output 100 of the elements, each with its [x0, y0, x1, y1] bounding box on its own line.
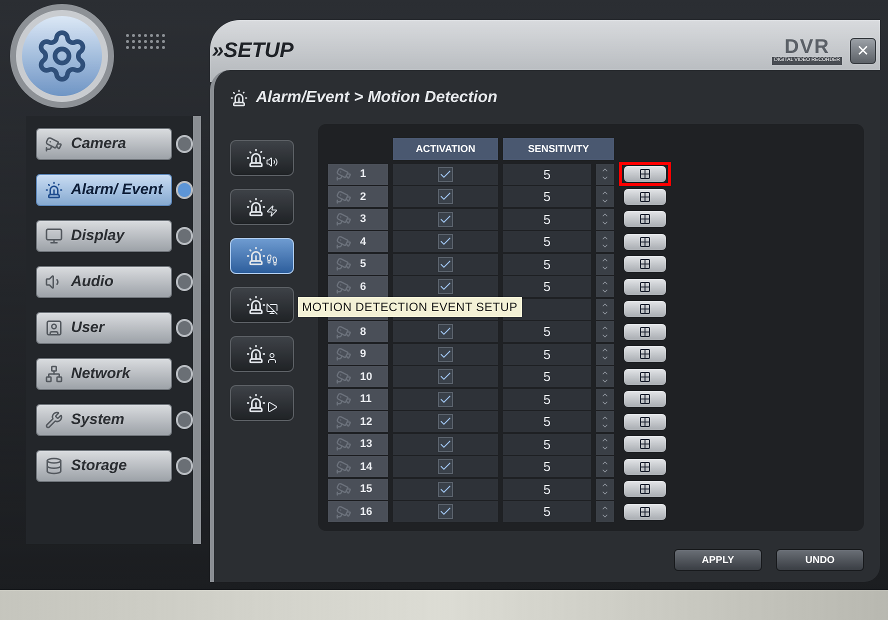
cctv-icon: [336, 414, 352, 430]
stepper-control[interactable]: [596, 366, 614, 388]
stepper-control[interactable]: [596, 164, 614, 185]
event-type-button[interactable]: [230, 189, 294, 225]
camera-number: 11: [360, 392, 372, 407]
cctv-icon: [336, 324, 352, 340]
menu-button[interactable]: Audio: [36, 266, 172, 298]
checkbox[interactable]: [438, 369, 453, 384]
sensitivity-field[interactable]: 5: [503, 186, 591, 208]
window-title: »SETUP: [212, 38, 294, 64]
grid-icon: [639, 460, 651, 473]
network-icon: [45, 365, 63, 383]
sensitivity-field[interactable]: 5: [503, 456, 591, 478]
sensitivity-field[interactable]: 5: [503, 231, 591, 252]
sensitivity-field[interactable]: 5: [503, 276, 591, 298]
event-type-button[interactable]: [230, 287, 294, 323]
action-button[interactable]: UNDO: [776, 549, 864, 571]
menu-button[interactable]: User: [36, 312, 172, 344]
wrench-icon: [45, 411, 63, 429]
checkbox[interactable]: [438, 166, 453, 182]
event-type-button[interactable]: [230, 140, 294, 176]
menu-button[interactable]: Network: [36, 358, 172, 390]
sensitivity-field[interactable]: 5: [503, 388, 591, 410]
column-header: SENSITIVITY: [503, 138, 614, 160]
column-header: ACTIVATION: [393, 138, 498, 160]
checkbox[interactable]: [438, 279, 453, 294]
stepper-control[interactable]: [596, 254, 614, 275]
connector-knob-icon: [176, 181, 193, 199]
menu-button[interactable]: Camera: [36, 128, 172, 160]
checkbox[interactable]: [438, 504, 453, 520]
grid-icon: [639, 506, 651, 518]
sensitivity-field[interactable]: 5: [503, 254, 591, 275]
checkbox[interactable]: [438, 346, 453, 362]
dvr-logo: DVR: [784, 37, 830, 58]
camera-number: 5: [360, 257, 366, 272]
grid-icon: [639, 326, 651, 338]
sensitivity-field[interactable]: 5: [503, 164, 591, 185]
checkbox[interactable]: [438, 459, 453, 474]
camera-number: 6: [360, 280, 366, 294]
sensitivity-field[interactable]: 5: [503, 321, 591, 342]
checkbox[interactable]: [438, 256, 453, 272]
stepper-control[interactable]: [596, 186, 614, 208]
sensitivity-field[interactable]: 5: [503, 434, 591, 455]
grid-icon: [639, 438, 651, 450]
stepper-control[interactable]: [596, 478, 614, 500]
sensitivity-field[interactable]: 5: [503, 344, 591, 365]
checkbox[interactable]: [438, 436, 453, 452]
sensitivity-field[interactable]: 5: [503, 366, 591, 388]
checkbox[interactable]: [438, 212, 453, 227]
grid-icon: [639, 280, 651, 293]
event-type-button[interactable]: [230, 385, 294, 421]
stepper-control[interactable]: [596, 298, 614, 320]
checkbox[interactable]: [438, 189, 453, 204]
sensitivity-field[interactable]: 5: [503, 501, 591, 522]
user-icon: [45, 319, 63, 337]
grid-icon: [639, 190, 651, 203]
checkbox[interactable]: [438, 414, 453, 430]
connector-knob-icon: [176, 135, 193, 153]
camera-number: 1: [360, 167, 366, 182]
cctv-icon: [336, 481, 352, 498]
sensitivity-field[interactable]: 5: [503, 411, 591, 432]
stepper-control[interactable]: [596, 231, 614, 252]
stepper-control[interactable]: [596, 434, 614, 455]
connector-knob-icon: [176, 319, 193, 337]
cctv-icon: [336, 436, 352, 452]
camera-number: 4: [360, 234, 366, 250]
stepper-control[interactable]: [596, 456, 614, 478]
cctv-icon: [336, 256, 352, 272]
motion-grid-button[interactable]: [619, 162, 671, 186]
menu-button[interactable]: Alarm/ Event: [36, 174, 172, 206]
menu-button[interactable]: Display: [36, 220, 172, 252]
cctv-icon: [45, 135, 63, 153]
sensitivity-field[interactable]: 5: [503, 208, 591, 230]
stepper-control[interactable]: [596, 344, 614, 365]
menu-button[interactable]: Storage: [36, 450, 172, 482]
cctv-icon: [336, 234, 352, 250]
stepper-control[interactable]: [596, 411, 614, 432]
stepper-control[interactable]: [596, 208, 614, 230]
stepper-control[interactable]: [596, 321, 614, 342]
cctv-icon: [336, 391, 352, 408]
stepper-control[interactable]: [596, 388, 614, 410]
breadcrumb: Alarm/Event > Motion Detection: [256, 88, 498, 108]
checkbox[interactable]: [438, 392, 453, 407]
sensitivity-field[interactable]: 5: [503, 478, 591, 500]
grid-icon: [639, 370, 651, 383]
stepper-control[interactable]: [596, 276, 614, 298]
cctv-icon: [336, 346, 352, 362]
camera-number: 2: [360, 190, 366, 204]
stepper-control[interactable]: [596, 501, 614, 522]
action-button[interactable]: APPLY: [674, 549, 762, 571]
camera-number: 9: [360, 347, 366, 362]
event-type-button[interactable]: [230, 336, 294, 372]
grid-icon: [639, 393, 651, 406]
checkbox[interactable]: [438, 234, 453, 250]
checkbox[interactable]: [438, 482, 453, 497]
camera-number: 10: [360, 370, 372, 384]
checkbox[interactable]: [438, 324, 453, 340]
siren-user-icon: [246, 344, 278, 364]
menu-button[interactable]: System: [36, 404, 172, 436]
close-button[interactable]: ×: [850, 38, 876, 64]
